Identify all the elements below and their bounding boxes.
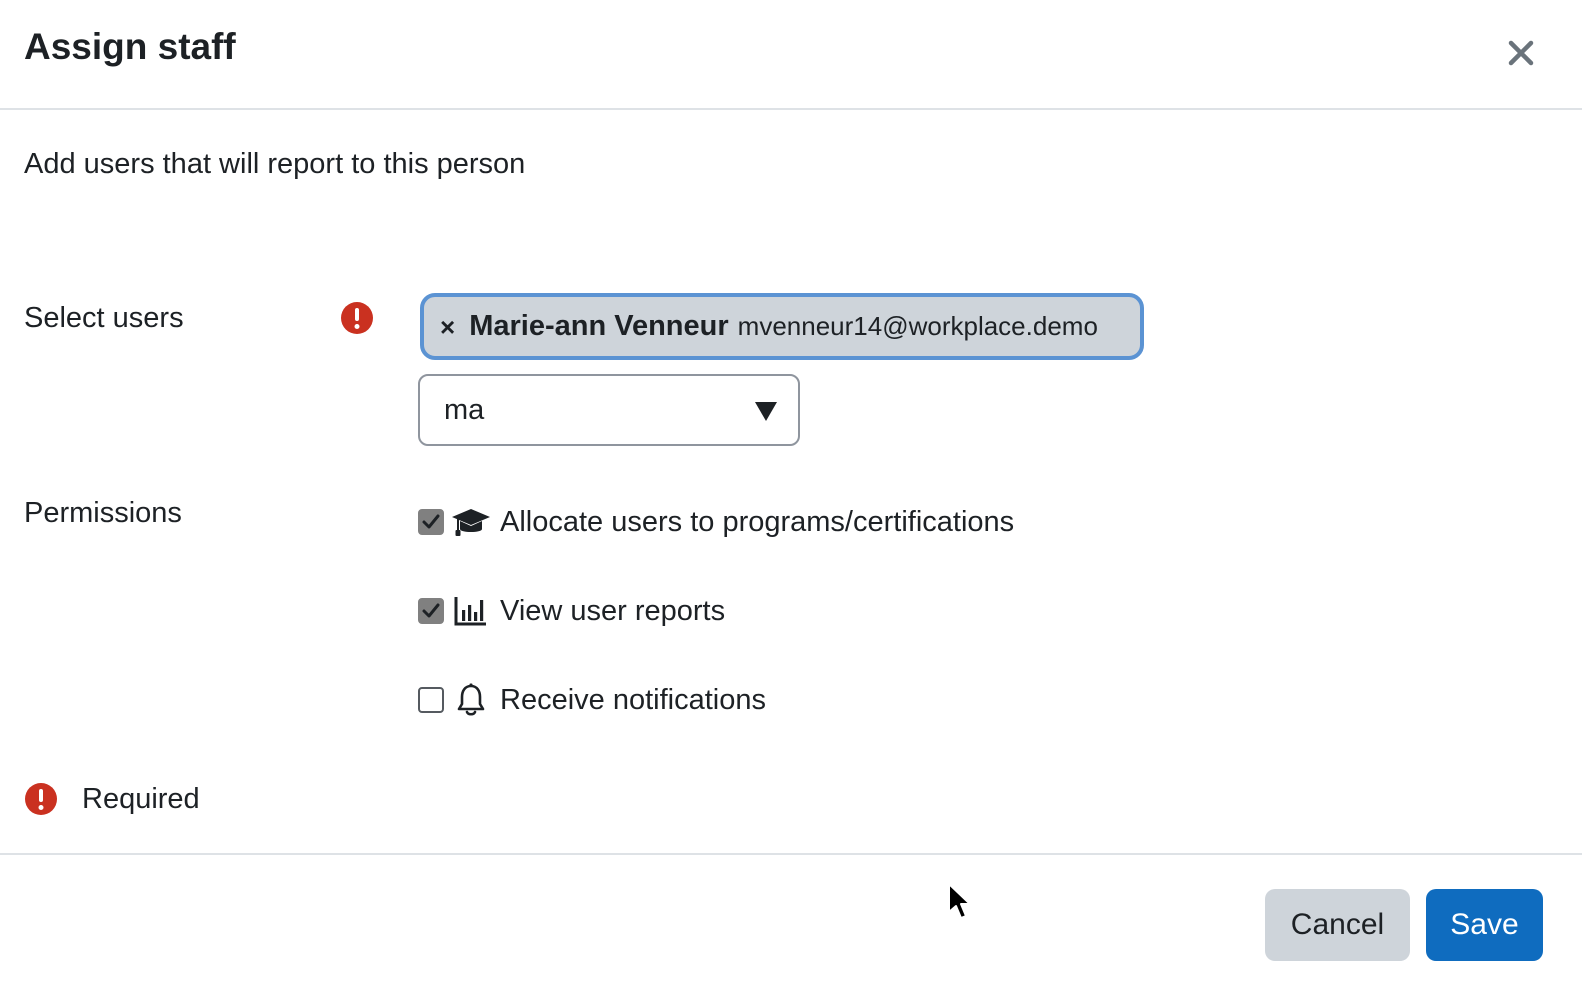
assign-staff-dialog: Assign staff Add users that will report …	[0, 0, 1582, 994]
permission-notifications-row: Receive notifications	[418, 682, 766, 718]
required-icon	[341, 302, 373, 334]
dialog-body: Add users that will report to this perso…	[0, 110, 1582, 854]
remove-selection-icon[interactable]: ×	[440, 314, 455, 340]
selected-user-name: Marie-ann Venneur	[469, 310, 729, 342]
permission-reports-row: View user reports	[418, 593, 725, 629]
save-button[interactable]: Save	[1426, 889, 1543, 961]
required-text: Required	[82, 782, 200, 815]
view-reports-label: View user reports	[500, 594, 726, 627]
dialog-title: Assign staff	[24, 26, 236, 67]
required-icon	[25, 783, 57, 815]
selected-user-email: mvenneur14@workplace.demo	[737, 311, 1098, 341]
permission-allocate-row: Allocate users to programs/certification…	[418, 504, 1014, 540]
dialog-footer: Cancel Save	[0, 853, 1582, 994]
graduation-cap-icon	[450, 504, 492, 540]
dialog-description: Add users that will report to this perso…	[24, 148, 526, 180]
notifications-checkbox[interactable]	[418, 687, 444, 713]
close-button[interactable]	[1500, 32, 1542, 74]
checkmark-icon	[422, 514, 440, 529]
allocate-label: Allocate users to programs/certification…	[500, 505, 1015, 538]
bell-icon	[450, 682, 492, 718]
dialog-header: Assign staff	[0, 0, 1582, 110]
bar-chart-icon	[450, 593, 492, 629]
mouse-pointer-icon	[948, 883, 971, 919]
select-users-label: Select users	[24, 302, 184, 334]
close-icon	[1508, 40, 1534, 66]
user-search-combobox[interactable]	[418, 374, 800, 446]
cancel-button[interactable]: Cancel	[1265, 889, 1410, 961]
selected-user-chip[interactable]: × Marie-ann Venneur mvenneur14@workplace…	[420, 293, 1144, 360]
checkmark-icon	[422, 603, 440, 618]
user-search-input[interactable]	[444, 376, 744, 444]
notifications-label: Receive notifications	[500, 683, 766, 716]
required-legend: Required	[24, 782, 200, 816]
allocate-checkbox[interactable]	[418, 509, 444, 535]
permissions-label: Permissions	[24, 497, 182, 529]
view-reports-checkbox[interactable]	[418, 598, 444, 624]
dropdown-arrow-icon[interactable]	[754, 400, 778, 422]
